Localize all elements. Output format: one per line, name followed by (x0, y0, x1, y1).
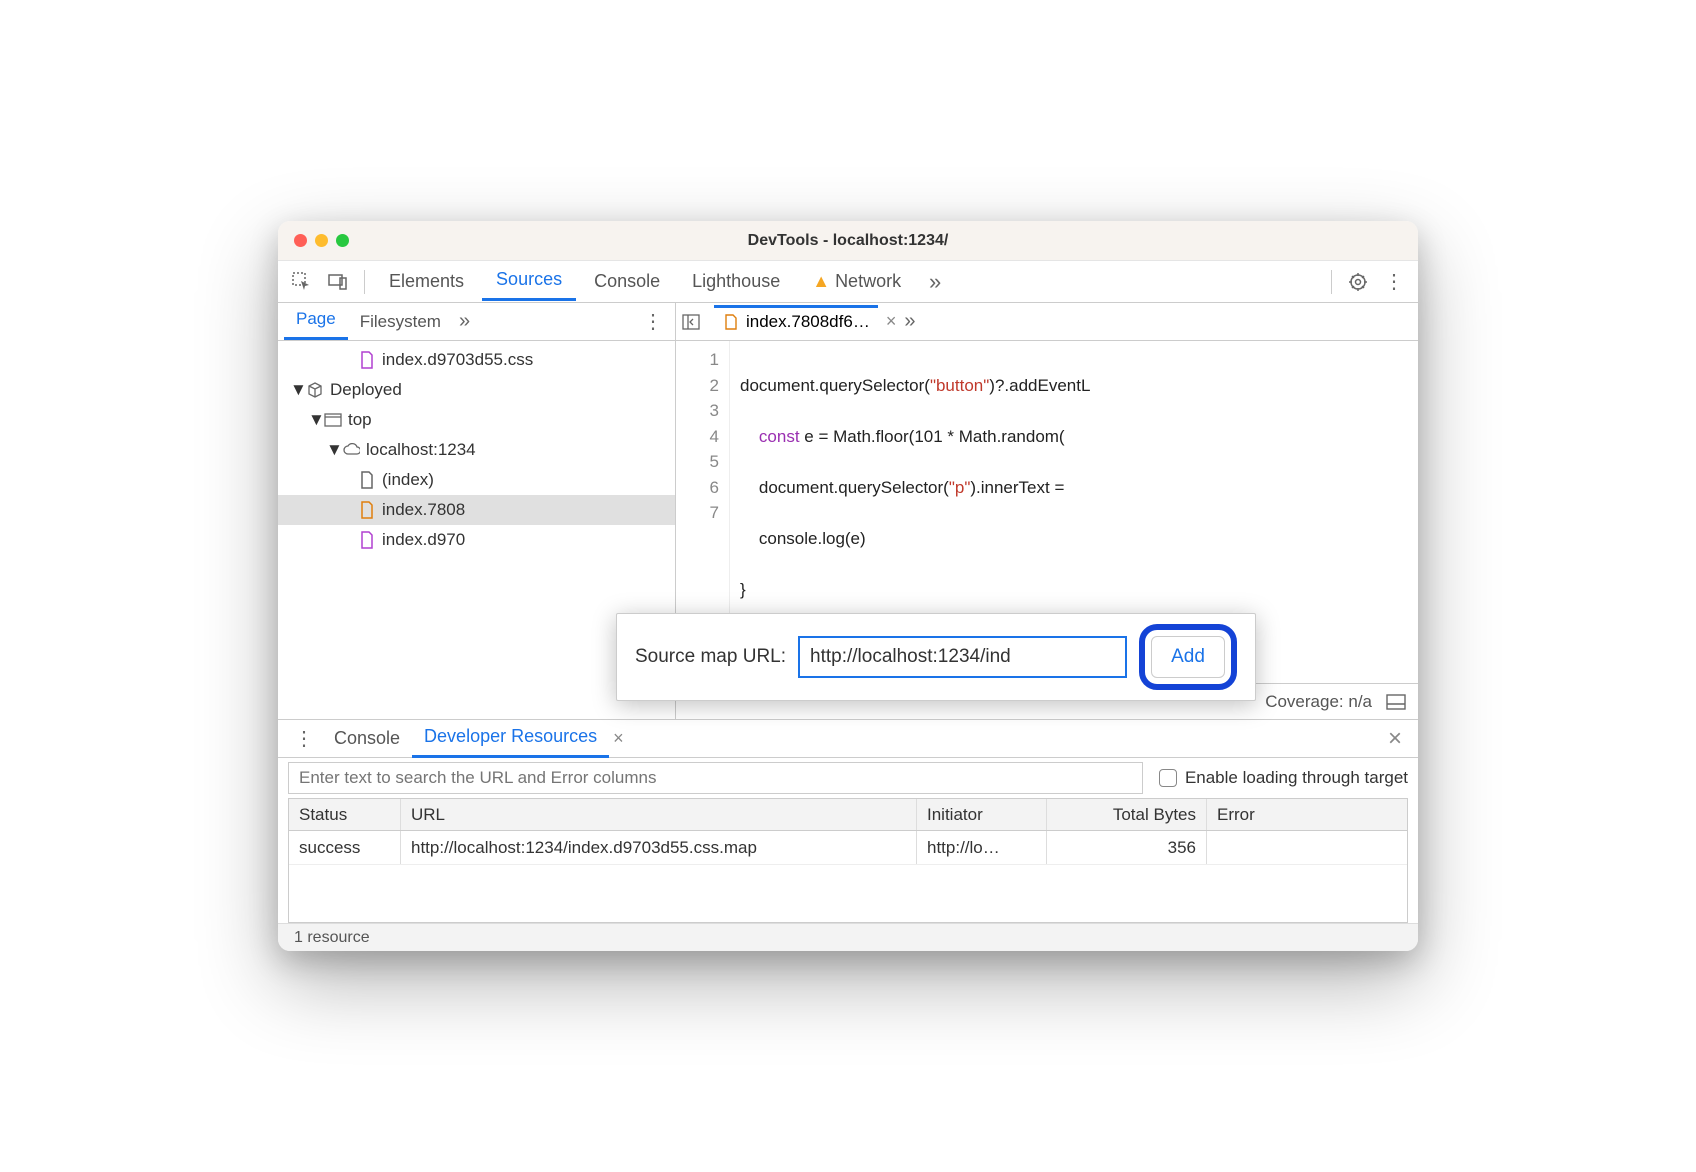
line-number: 6 (676, 475, 719, 501)
left-tabs: Page Filesystem » ⋮ (278, 303, 675, 341)
cell-status: success (289, 831, 401, 864)
drawer-tabs: ⋮ Console Developer Resources × × (278, 720, 1418, 758)
tree-item-deployed[interactable]: ▼ Deployed (278, 375, 675, 405)
main-toolbar: Elements Sources Console Lighthouse ▲ Ne… (278, 261, 1418, 303)
tab-sources[interactable]: Sources (482, 263, 576, 301)
cell-initiator: http://lo… (917, 831, 1047, 864)
inspect-element-icon[interactable] (286, 266, 318, 298)
drawer-tab-console[interactable]: Console (322, 722, 412, 755)
warning-icon: ▲ (812, 271, 830, 291)
tree-item-top[interactable]: ▼ top (278, 405, 675, 435)
line-number: 3 (676, 398, 719, 424)
tree-item-index[interactable]: (index) (278, 465, 675, 495)
tab-lighthouse[interactable]: Lighthouse (678, 265, 794, 298)
left-kebab-icon[interactable]: ⋮ (637, 309, 669, 334)
editor-tabs-overflow-icon[interactable]: » (904, 310, 915, 333)
cloud-icon (342, 441, 360, 459)
search-input[interactable] (288, 762, 1143, 794)
devtools-window: DevTools - localhost:1234/ Elements Sour… (278, 221, 1418, 951)
table-row[interactable]: success http://localhost:1234/index.d970… (289, 831, 1407, 865)
device-toggle-icon[interactable] (322, 266, 354, 298)
line-number: 1 (676, 347, 719, 373)
table-header: Status URL Initiator Total Bytes Error (289, 799, 1407, 831)
col-total-bytes[interactable]: Total Bytes (1047, 799, 1207, 830)
chevron-down-icon: ▼ (308, 410, 318, 430)
frame-icon (324, 411, 342, 429)
line-number: 7 (676, 500, 719, 526)
editor-tabs: index.7808df6… × » (676, 303, 1418, 341)
show-coverage-icon[interactable] (1386, 694, 1406, 710)
popup-label: Source map URL: (635, 646, 786, 668)
tree-item-label: index.d9703d55.css (382, 350, 533, 370)
tree-item-label: localhost:1234 (366, 440, 476, 460)
close-drawer-tab-icon[interactable]: × (613, 728, 624, 749)
editor-tab-open[interactable]: index.7808df6… (714, 305, 878, 338)
left-tabs-overflow-icon[interactable]: » (453, 310, 476, 333)
file-css-icon (358, 531, 376, 549)
chevron-down-icon: ▼ (290, 380, 300, 400)
tabs-overflow-icon[interactable]: » (919, 266, 951, 298)
add-highlight: Add (1139, 624, 1237, 690)
tree-item-css[interactable]: index.d9703d55.css (278, 345, 675, 375)
left-tab-filesystem[interactable]: Filesystem (348, 306, 453, 338)
cell-bytes: 356 (1047, 831, 1207, 864)
tree-item-js-selected[interactable]: index.7808 (278, 495, 675, 525)
tree-item-label: top (348, 410, 372, 430)
col-status[interactable]: Status (289, 799, 401, 830)
drawer-tab-devres[interactable]: Developer Resources (412, 720, 609, 758)
tree-item-label: index.7808 (382, 500, 465, 520)
settings-icon[interactable] (1342, 266, 1374, 298)
col-initiator[interactable]: Initiator (917, 799, 1047, 830)
line-number: 4 (676, 424, 719, 450)
file-js-icon (358, 501, 376, 519)
close-drawer-icon[interactable]: × (1380, 725, 1410, 753)
drawer-search-row: Enable loading through target (278, 758, 1418, 798)
line-number: 2 (676, 373, 719, 399)
toolbar-separator (1331, 270, 1332, 294)
drawer-footer: 1 resource (278, 923, 1418, 951)
cell-error (1207, 831, 1407, 864)
close-tab-icon[interactable]: × (886, 311, 897, 332)
col-url[interactable]: URL (401, 799, 917, 830)
kebab-menu-icon[interactable]: ⋮ (1378, 266, 1410, 298)
tree-item-label: Deployed (330, 380, 402, 400)
checkbox-icon (1159, 769, 1177, 787)
tab-elements[interactable]: Elements (375, 265, 478, 298)
tree-item-css2[interactable]: index.d970 (278, 525, 675, 555)
toggle-sidebar-icon[interactable] (682, 314, 706, 330)
file-icon (358, 471, 376, 489)
resources-table: Status URL Initiator Total Bytes Error s… (288, 798, 1408, 923)
chevron-down-icon: ▼ (326, 440, 336, 460)
tab-console[interactable]: Console (580, 265, 674, 298)
source-map-url-input[interactable] (798, 636, 1127, 678)
window-title: DevTools - localhost:1234/ (278, 232, 1418, 250)
cell-url: http://localhost:1234/index.d9703d55.css… (401, 831, 917, 864)
file-js-icon (722, 313, 740, 331)
file-css-icon (358, 351, 376, 369)
coverage-label: Coverage: n/a (1265, 692, 1372, 712)
tree-item-label: index.d970 (382, 530, 465, 550)
titlebar: DevTools - localhost:1234/ (278, 221, 1418, 261)
toolbar-separator (364, 270, 365, 294)
left-tab-page[interactable]: Page (284, 303, 348, 340)
cube-icon (306, 381, 324, 399)
tree-item-label: (index) (382, 470, 434, 490)
line-number: 5 (676, 449, 719, 475)
col-error[interactable]: Error (1207, 799, 1407, 830)
enable-loading-checkbox[interactable]: Enable loading through target (1159, 768, 1408, 788)
editor-tab-label: index.7808df6… (746, 312, 870, 332)
source-map-popup: Source map URL: Add (616, 613, 1256, 701)
drawer-kebab-icon[interactable]: ⋮ (286, 726, 322, 751)
add-button[interactable]: Add (1151, 636, 1225, 678)
tab-network-label: Network (835, 271, 901, 291)
tree-item-host[interactable]: ▼ localhost:1234 (278, 435, 675, 465)
drawer: ⋮ Console Developer Resources × × Enable… (278, 719, 1418, 951)
tab-network[interactable]: ▲ Network (798, 265, 915, 298)
checkbox-label: Enable loading through target (1185, 768, 1408, 788)
